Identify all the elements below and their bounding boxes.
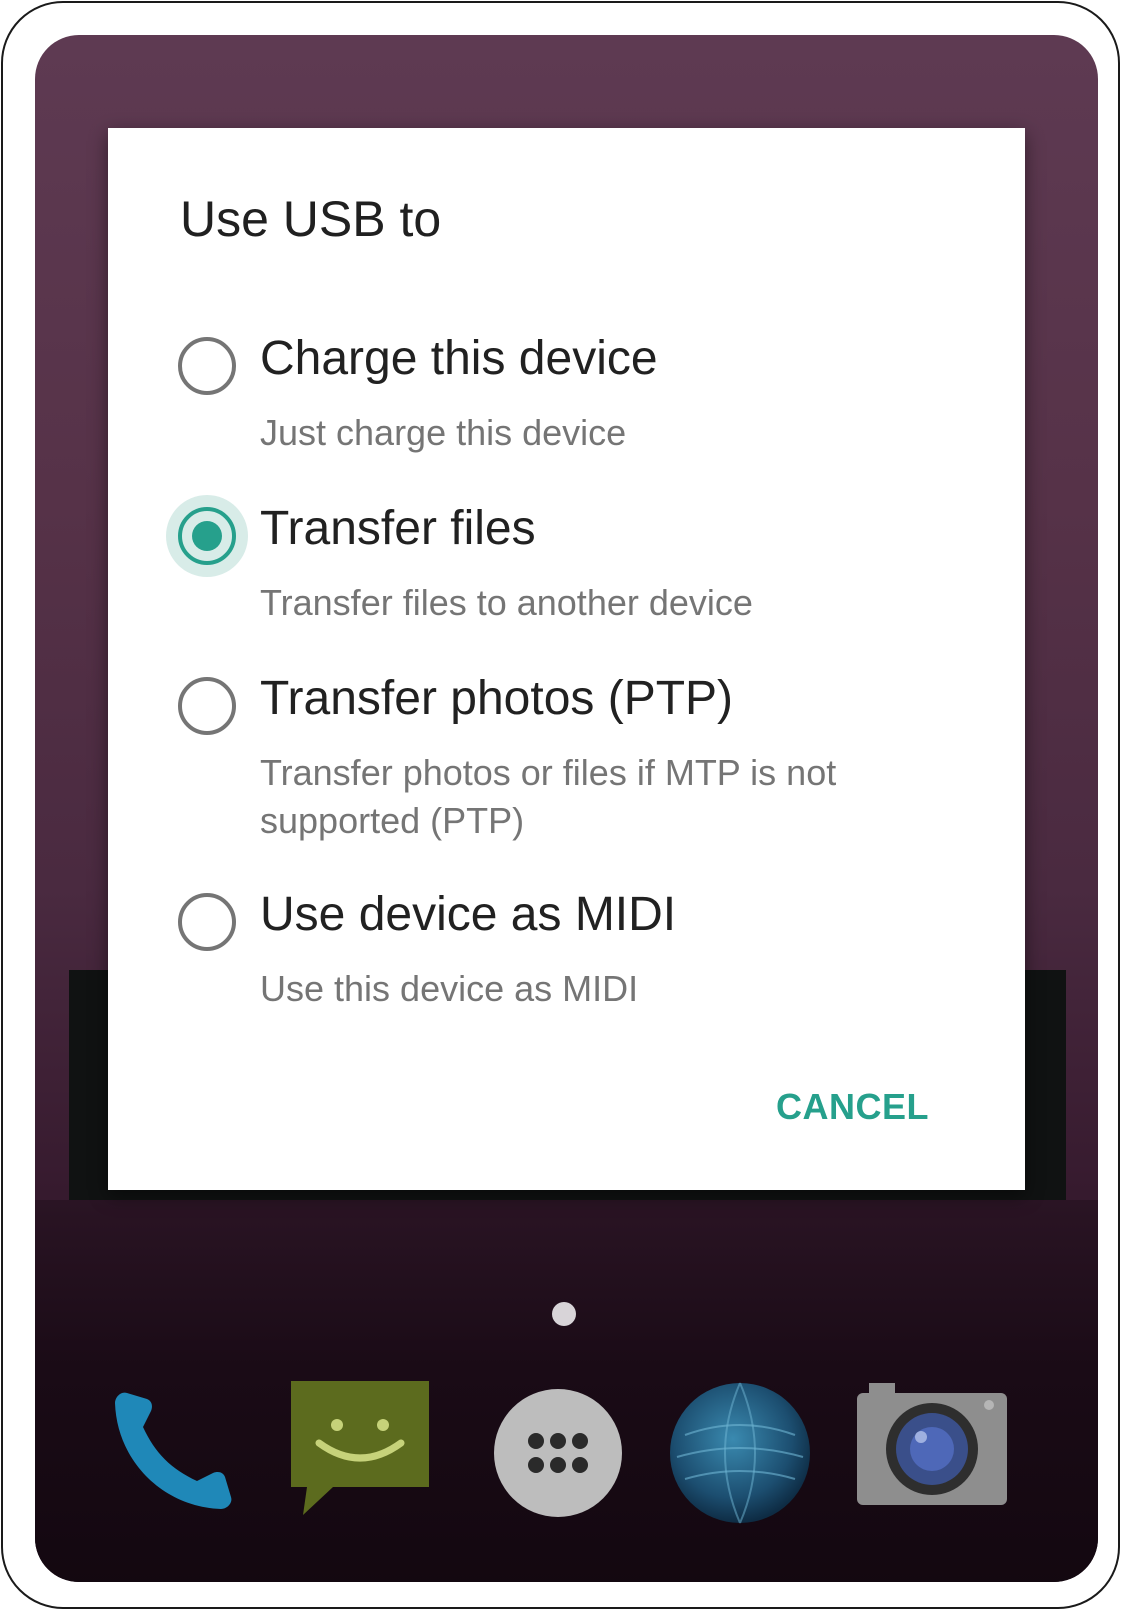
radio-button-unchecked[interactable]	[178, 337, 236, 395]
device-frame: Use USB to Charge this device Just charg…	[1, 1, 1120, 1609]
option-description: Use this device as MIDI	[260, 968, 639, 1009]
phone-icon[interactable]	[97, 1375, 247, 1525]
page-indicator	[552, 1302, 576, 1326]
option-description: Transfer files to another device	[260, 582, 753, 623]
option-label: Charge this device	[260, 332, 658, 385]
cancel-button[interactable]: CANCEL	[776, 1086, 929, 1128]
option-label: Transfer photos (PTP)	[260, 672, 734, 725]
dialog-title: Use USB to	[180, 191, 442, 247]
radio-button-unchecked[interactable]	[178, 893, 236, 951]
option-label: Transfer files	[260, 502, 536, 555]
radio-button-checked[interactable]	[178, 507, 236, 565]
app-drawer-icon[interactable]	[483, 1375, 633, 1525]
radio-button-unchecked[interactable]	[178, 677, 236, 735]
camera-icon[interactable]	[857, 1375, 1007, 1525]
home-screen: Use USB to Charge this device Just charg…	[35, 35, 1098, 1582]
messaging-icon[interactable]	[285, 1375, 435, 1525]
browser-icon[interactable]	[665, 1375, 815, 1525]
usb-mode-dialog: Use USB to Charge this device Just charg…	[108, 128, 1025, 1190]
option-label: Use device as MIDI	[260, 888, 677, 941]
option-description: Just charge this device	[260, 412, 627, 453]
option-description: Transfer photos or files if MTP is not s…	[260, 752, 837, 841]
